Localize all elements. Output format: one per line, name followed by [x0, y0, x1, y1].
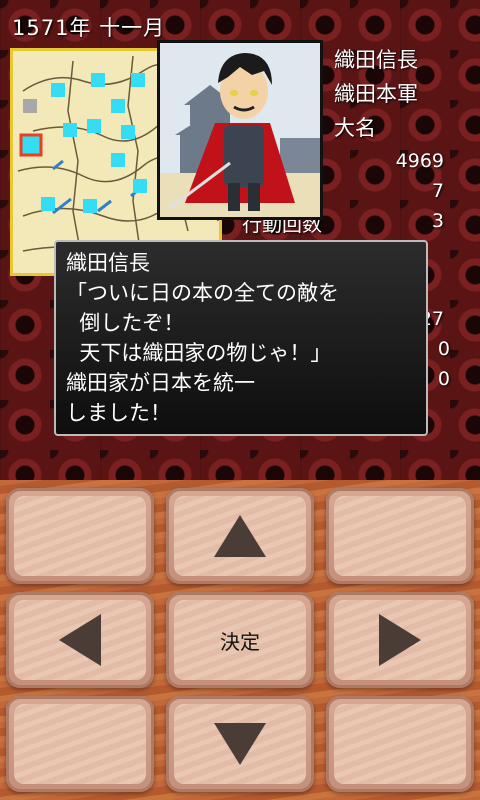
right-button[interactable] — [326, 592, 474, 688]
territory-marker[interactable] — [91, 73, 105, 87]
left-button[interactable] — [6, 592, 154, 688]
ok-button[interactable]: 決定 — [166, 592, 314, 688]
ok-button-label: 決定 — [220, 629, 260, 654]
character-portrait — [157, 40, 323, 220]
territory-markers — [19, 73, 147, 213]
up-button[interactable] — [166, 488, 314, 584]
territory-marker-selected[interactable] — [19, 133, 43, 157]
arrow-right-icon — [379, 614, 421, 666]
territory-marker[interactable] — [133, 179, 147, 193]
dialog-line: 「ついに日の本の全ての敵を — [66, 281, 339, 305]
message-dialog[interactable]: 織田信長 「ついに日の本の全ての敵を 倒したぞ！ 天下は織田家の物じゃ！」 織田… — [54, 240, 428, 436]
territory-marker[interactable] — [131, 73, 145, 87]
stat-value: 7 — [431, 180, 444, 202]
date-label: 1571年 十一月 — [12, 16, 166, 40]
dialog-line: しました！ — [66, 401, 171, 425]
control-pad: 決定 — [0, 480, 480, 800]
rank-label: 大名 — [334, 116, 376, 140]
arrow-down-icon — [214, 723, 266, 765]
territory-marker[interactable] — [51, 83, 65, 97]
blank-button-bottom-right[interactable] — [326, 696, 474, 792]
game-screen: 1571年 十一月 織田信長 織田本軍 大名 4969 7 行動回数 3 27 … — [0, 0, 480, 480]
dialog-line: 天下は織田家の物じゃ！」 — [66, 341, 332, 365]
territory-marker[interactable] — [63, 123, 77, 137]
territory-marker-neutral[interactable] — [23, 99, 37, 113]
territory-marker[interactable] — [121, 125, 135, 139]
territory-marker[interactable] — [41, 197, 55, 211]
blank-button-top-left[interactable] — [6, 488, 154, 584]
territory-marker[interactable] — [111, 99, 125, 113]
character-name: 織田信長 — [334, 48, 418, 72]
territory-marker[interactable] — [83, 199, 97, 213]
dialog-line: 織田家が日本を統一 — [66, 371, 255, 395]
stat-value: 4969 — [395, 150, 444, 172]
blank-button-bottom-left[interactable] — [6, 696, 154, 792]
dialog-speaker: 織田信長 — [66, 251, 150, 275]
army-name: 織田本軍 — [334, 82, 418, 106]
arrow-up-icon — [214, 515, 266, 557]
territory-marker[interactable] — [111, 153, 125, 167]
blank-button-top-right[interactable] — [326, 488, 474, 584]
dialog-line: 倒したぞ！ — [66, 311, 185, 335]
stat-value: 3 — [431, 210, 444, 232]
down-button[interactable] — [166, 696, 314, 792]
territory-marker[interactable] — [87, 119, 101, 133]
arrow-left-icon — [59, 614, 101, 666]
